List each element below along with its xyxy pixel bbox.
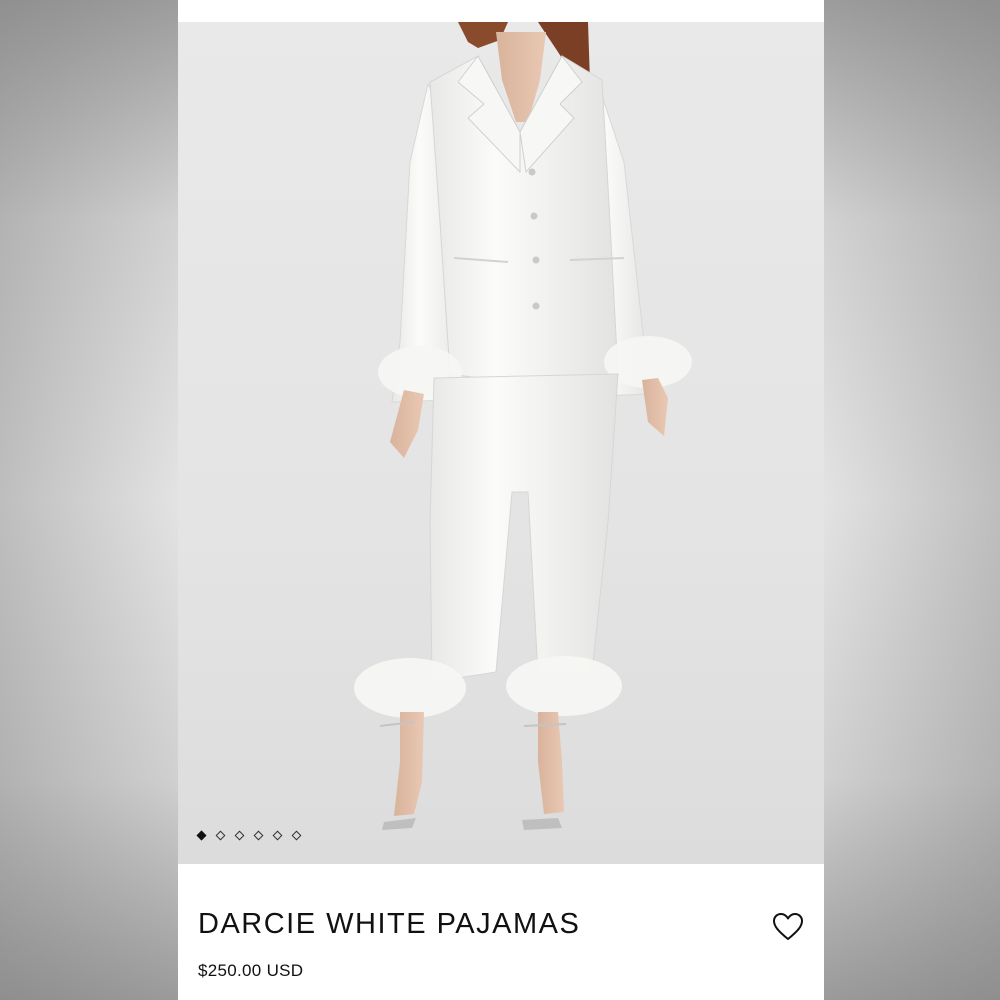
background-right	[824, 0, 1000, 1000]
heart-outline-icon	[773, 913, 803, 940]
gallery-dot-1[interactable]	[196, 830, 207, 841]
product-card: DARCIE WHITE PAJAMAS $250.00 USD	[178, 0, 824, 1000]
model-photo-illustration	[354, 22, 692, 830]
gallery-dot-6[interactable]	[291, 830, 302, 841]
product-price: $250.00 USD	[198, 961, 304, 980]
gallery-dot-4[interactable]	[253, 830, 264, 841]
background-left	[0, 0, 178, 1000]
gallery-dot-5[interactable]	[272, 830, 283, 841]
gallery-dot-3[interactable]	[234, 830, 245, 841]
product-title: DARCIE WHITE PAJAMAS	[198, 908, 581, 940]
wishlist-button[interactable]	[772, 912, 804, 942]
product-image[interactable]	[178, 22, 824, 864]
gallery-dot-2[interactable]	[215, 830, 226, 841]
gallery-pagination	[196, 830, 304, 841]
